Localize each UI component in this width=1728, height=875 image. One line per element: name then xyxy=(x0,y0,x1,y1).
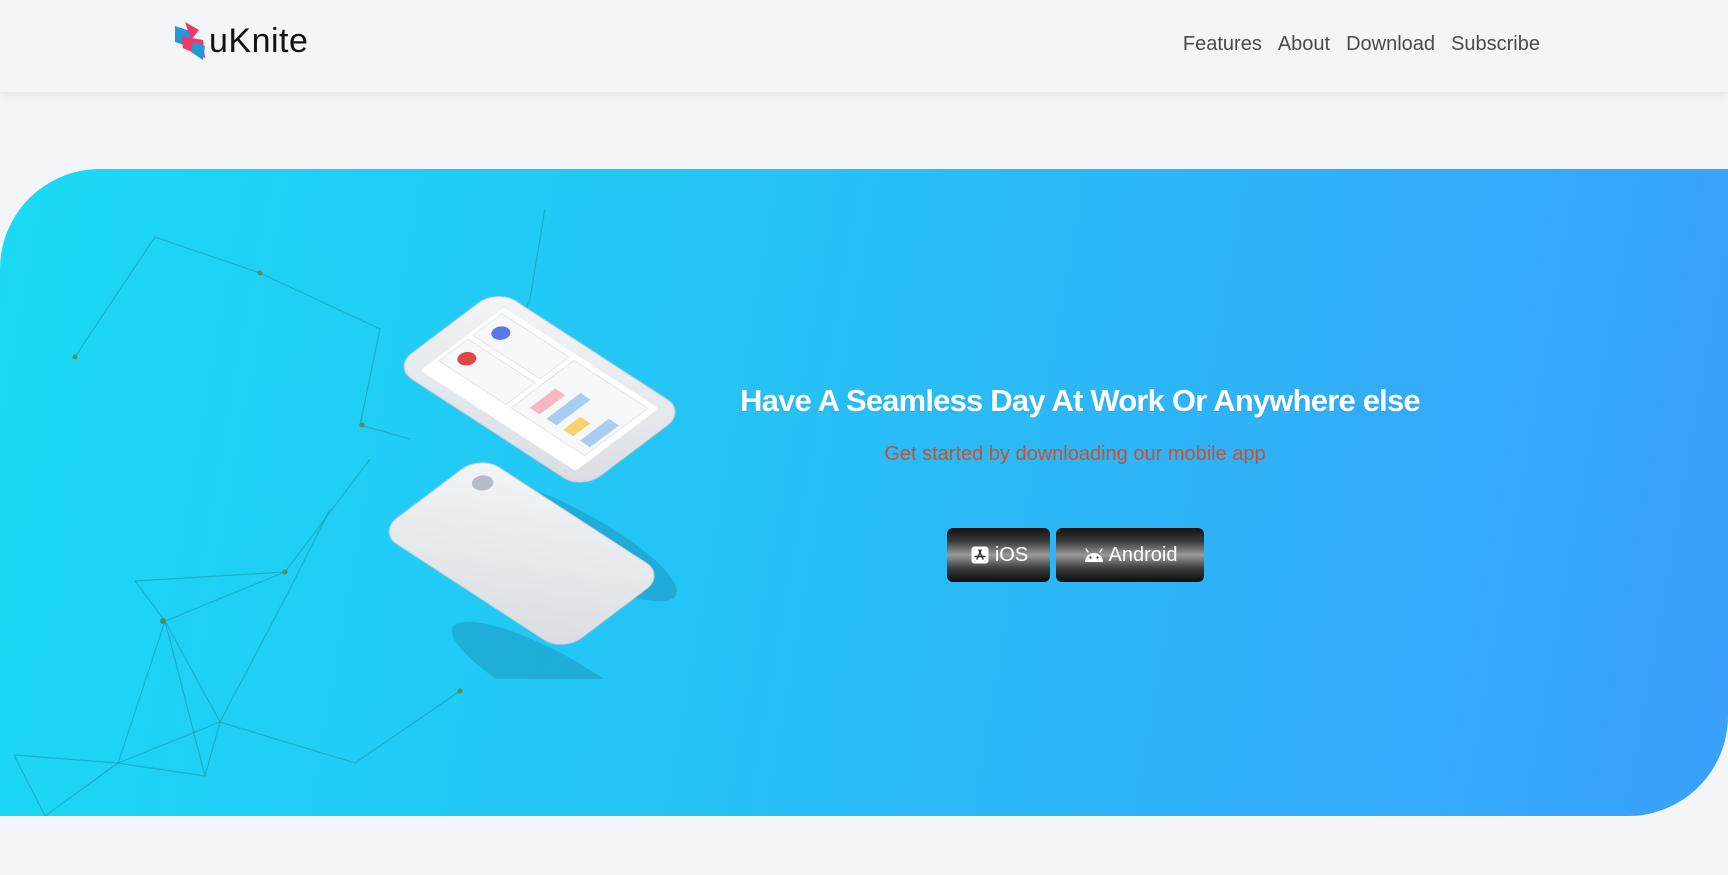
nav-link-about[interactable]: About xyxy=(1270,30,1338,58)
nav-link-download[interactable]: Download xyxy=(1338,30,1443,58)
brand-link[interactable]: uKnite xyxy=(173,18,308,64)
ios-download-button[interactable]: iOS xyxy=(947,528,1050,582)
nav-link-features[interactable]: Features xyxy=(1175,30,1270,58)
phones-illustration xyxy=(388,296,677,679)
app-store-icon xyxy=(969,544,991,566)
android-download-button[interactable]: Android xyxy=(1056,528,1204,582)
hero-title: Have A Seamless Day At Work Or Anywhere … xyxy=(740,383,1421,418)
top-navbar: uKnite Features About Download Subscribe xyxy=(0,0,1728,92)
ios-button-label: iOS xyxy=(994,543,1029,566)
hero-subtitle: Get started by downloading our mobile ap… xyxy=(884,443,1266,465)
hero-section: Have A Seamless Day At Work Or Anywhere … xyxy=(0,169,1728,816)
android-icon xyxy=(1083,544,1105,566)
android-button-label: Android xyxy=(1108,543,1178,566)
uknite-logo-icon xyxy=(175,22,205,60)
brand-name: uKnite xyxy=(209,21,309,60)
main-nav: Features About Download Subscribe xyxy=(1175,30,1548,58)
nav-link-subscribe[interactable]: Subscribe xyxy=(1443,30,1548,58)
